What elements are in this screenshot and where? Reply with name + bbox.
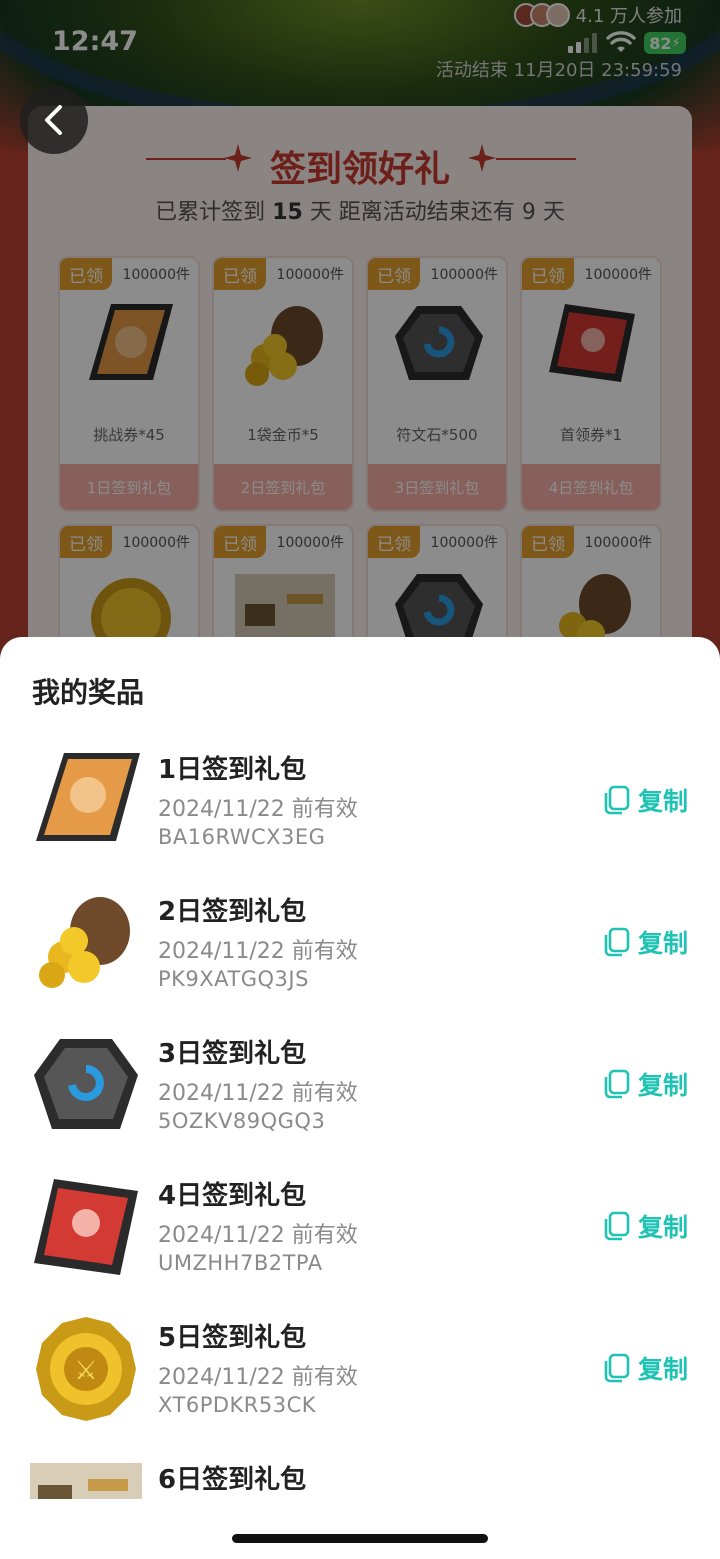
prize-name: 1日签到礼包 bbox=[158, 755, 307, 785]
copy-icon bbox=[604, 927, 630, 957]
prize-validity: 2024/11/22 前有效 bbox=[158, 1365, 358, 1390]
prize-name: 3日签到礼包 bbox=[158, 1039, 307, 1069]
prize-list[interactable]: 1日签到礼包 2024/11/22 前有效 BA16RWCX3EG 复制 2日签… bbox=[0, 737, 720, 1499]
copy-button[interactable]: 复制 bbox=[602, 1351, 688, 1385]
prize-name: 2日签到礼包 bbox=[158, 897, 307, 927]
prize-validity: 2024/11/22 前有效 bbox=[158, 1081, 358, 1106]
prize-name: 5日签到礼包 bbox=[158, 1323, 307, 1353]
redeem-code: UMZHH7B2TPA bbox=[158, 1251, 323, 1275]
chevron-left-icon bbox=[45, 105, 62, 135]
copy-icon bbox=[604, 785, 630, 815]
prize-item: 4日签到礼包 2024/11/22 前有效 UMZHH7B2TPA 复制 bbox=[0, 1163, 720, 1305]
redeem-code: BA16RWCX3EG bbox=[158, 825, 326, 849]
tools-icon bbox=[30, 1463, 142, 1499]
boss-ticket-icon bbox=[34, 1179, 138, 1275]
prize-item: 1日签到礼包 2024/11/22 前有效 BA16RWCX3EG 复制 bbox=[0, 737, 720, 879]
copy-icon bbox=[604, 1211, 630, 1241]
redeem-code: PK9XATGQ3JS bbox=[158, 967, 309, 991]
copy-icon bbox=[604, 1353, 630, 1383]
prize-name: 4日签到礼包 bbox=[158, 1181, 307, 1211]
prize-name: 6日签到礼包 bbox=[158, 1465, 307, 1495]
prize-validity: 2024/11/22 前有效 bbox=[158, 797, 358, 822]
copy-button[interactable]: 复制 bbox=[602, 925, 688, 959]
prize-item: 3日签到礼包 2024/11/22 前有效 5OZKV89QGQ3 复制 bbox=[0, 1021, 720, 1163]
copy-button[interactable]: 复制 bbox=[602, 1067, 688, 1101]
redeem-code: XT6PDKR53CK bbox=[158, 1393, 317, 1417]
rune-stone-icon bbox=[34, 1039, 138, 1129]
gold-medal-icon: ⚔ bbox=[36, 1317, 136, 1421]
my-prizes-sheet: 我的奖品 1日签到礼包 2024/11/22 前有效 BA16RWCX3EG 复… bbox=[0, 637, 720, 1559]
sheet-title: 我的奖品 bbox=[32, 676, 145, 709]
prize-item: 6日签到礼包 bbox=[0, 1447, 720, 1499]
prize-validity: 2024/11/22 前有效 bbox=[158, 1223, 358, 1248]
prize-validity: 2024/11/22 前有效 bbox=[158, 939, 358, 964]
copy-icon bbox=[604, 1069, 630, 1099]
gold-coin-bag-icon bbox=[39, 897, 130, 988]
copy-button[interactable]: 复制 bbox=[602, 1209, 688, 1243]
prize-item: ⚔ 5日签到礼包 2024/11/22 前有效 XT6PDKR53CK 复制 bbox=[0, 1305, 720, 1447]
back-button[interactable] bbox=[20, 86, 88, 154]
prize-item: 2日签到礼包 2024/11/22 前有效 PK9XATGQ3JS 复制 bbox=[0, 879, 720, 1021]
challenge-ticket-icon bbox=[36, 753, 140, 841]
copy-button[interactable]: 复制 bbox=[602, 783, 688, 817]
svg-text:⚔: ⚔ bbox=[74, 1356, 97, 1386]
home-indicator bbox=[232, 1534, 488, 1543]
redeem-code: 5OZKV89QGQ3 bbox=[158, 1109, 326, 1133]
